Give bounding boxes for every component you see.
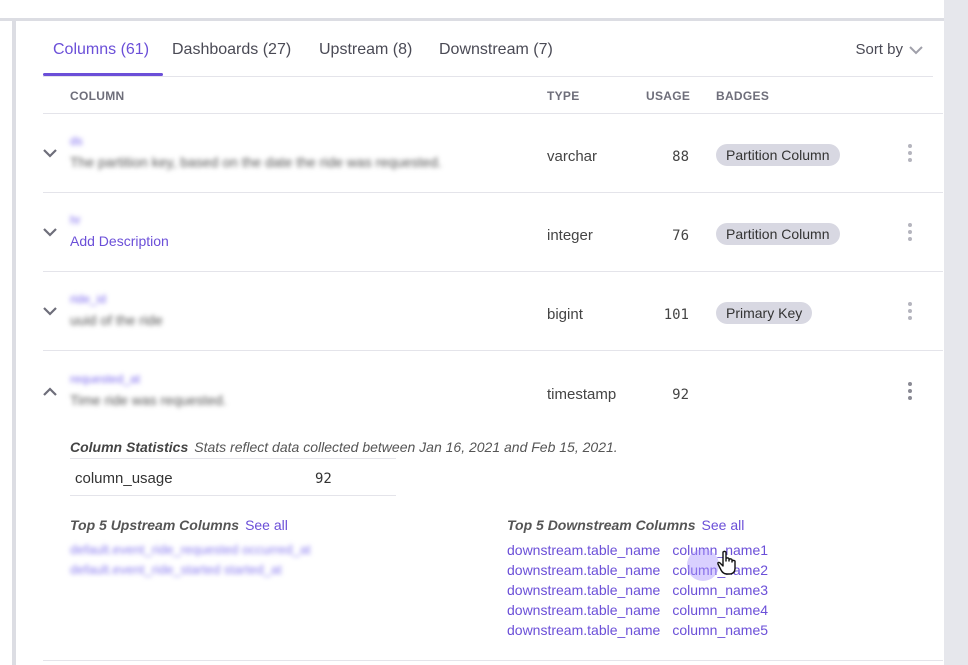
chevron-down-icon[interactable] — [43, 306, 57, 316]
column-statistics-heading: Column Statistics Stats reflect data coll… — [70, 439, 618, 455]
chevron-down-icon[interactable] — [43, 148, 57, 158]
kebab-menu-icon[interactable] — [905, 302, 915, 324]
primary-key-badge: Primary Key — [716, 302, 813, 324]
downstream-table-link[interactable]: downstream.table_name — [507, 542, 660, 558]
column-statistics-title: Column Statistics — [70, 439, 189, 455]
list-item: downstream.table_name column_name4 — [507, 602, 768, 622]
downstream-column-link[interactable]: column_name4 — [672, 602, 768, 618]
column-name[interactable]: requested_at — [70, 372, 140, 386]
downstream-column-link[interactable]: column_name3 — [672, 582, 768, 598]
scrollbar-gutter — [944, 0, 968, 665]
column-name[interactable]: ride_id — [70, 292, 106, 306]
chevron-up-icon[interactable] — [43, 387, 57, 397]
column-usage: 101 — [663, 307, 689, 323]
column-description: uuid of the ride — [70, 312, 163, 328]
table-header: COLUMN TYPE USAGE BADGES — [43, 77, 943, 114]
upstream-see-all-link[interactable]: See all — [245, 517, 288, 533]
downstream-table-link[interactable]: downstream.table_name — [507, 622, 660, 638]
stat-value: 92 — [315, 471, 332, 487]
upstream-column-link[interactable]: default.event_ride_started started_at — [70, 562, 282, 577]
header-type: TYPE — [547, 89, 580, 103]
column-usage: 92 — [672, 387, 689, 403]
columns-panel: Columns (61) Dashboards (27) Upstream (8… — [16, 21, 944, 665]
table-row[interactable]: hr Add Description integer 76 Partition … — [43, 193, 943, 272]
partition-column-badge: Partition Column — [716, 144, 840, 166]
sort-by-label: Sort by — [855, 41, 903, 58]
downstream-column-link[interactable]: column_name5 — [672, 622, 768, 638]
kebab-menu-icon[interactable] — [905, 144, 915, 166]
column-type: bigint — [547, 306, 583, 323]
partition-column-badge: Partition Column — [716, 223, 840, 245]
sort-by-dropdown[interactable]: Sort by — [855, 41, 923, 58]
downstream-columns-heading: Top 5 Downstream Columns See all — [507, 517, 744, 533]
tab-downstream[interactable]: Downstream (7) — [439, 41, 553, 59]
column-description: Time ride was requested. — [70, 392, 227, 408]
upstream-columns-heading: Top 5 Upstream Columns See all — [70, 517, 288, 533]
list-item: downstream.table_name column_name3 — [507, 582, 768, 602]
add-description-link[interactable]: Add Description — [70, 233, 169, 249]
table-row[interactable]: ds The partition key, based on the date … — [43, 114, 943, 193]
column-statistics-subtitle: Stats reflect data collected between Jan… — [194, 439, 618, 455]
chevron-down-icon[interactable] — [43, 227, 57, 237]
tab-dashboards[interactable]: Dashboards (27) — [172, 41, 291, 59]
active-tab-indicator — [43, 73, 163, 76]
kebab-menu-icon[interactable] — [905, 223, 915, 245]
upstream-column-link[interactable]: default.event_ride_requested occurred_at — [70, 542, 311, 557]
column-description: The partition key, based on the date the… — [70, 154, 442, 170]
column-usage: 76 — [672, 228, 689, 244]
column-type: timestamp — [547, 386, 617, 403]
downstream-see-all-link[interactable]: See all — [702, 517, 745, 533]
downstream-table-link[interactable]: downstream.table_name — [507, 562, 660, 578]
column-name[interactable]: hr — [70, 213, 81, 227]
kebab-menu-icon[interactable] — [905, 382, 915, 404]
column-name[interactable]: ds — [70, 134, 83, 148]
cursor-highlight — [687, 549, 719, 581]
tab-columns[interactable]: Columns (61) — [53, 41, 149, 59]
downstream-table-link[interactable]: downstream.table_name — [507, 582, 660, 598]
stat-key: column_usage — [75, 470, 173, 487]
column-usage: 88 — [672, 149, 689, 165]
table-row[interactable]: ride_id uuid of the ride bigint 101 Prim… — [43, 272, 943, 351]
list-item: downstream.table_name column_name5 — [507, 622, 768, 642]
downstream-table-link[interactable]: downstream.table_name — [507, 602, 660, 618]
header-badges: BADGES — [716, 89, 770, 103]
expanded-table-row: requested_at Time ride was requested. ti… — [43, 352, 943, 661]
column-type: integer — [547, 227, 593, 244]
tab-bar: Columns (61) Dashboards (27) Upstream (8… — [43, 21, 933, 77]
stats-table: column_usage 92 — [70, 458, 396, 496]
header-column: COLUMN — [70, 89, 125, 103]
upstream-columns-title: Top 5 Upstream Columns — [70, 517, 240, 533]
tab-upstream[interactable]: Upstream (8) — [319, 41, 412, 59]
hand-pointer-icon — [717, 550, 736, 575]
column-type: varchar — [547, 148, 598, 165]
chevron-down-icon — [909, 45, 923, 54]
header-usage: USAGE — [646, 89, 691, 103]
downstream-columns-title: Top 5 Downstream Columns — [507, 517, 696, 533]
